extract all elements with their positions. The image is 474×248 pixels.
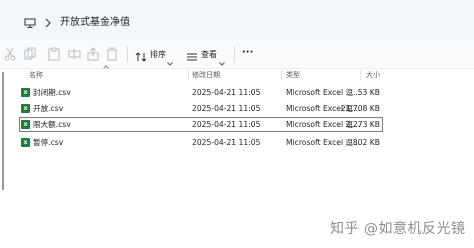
column-header-name[interactable]: 名称 [29,70,43,80]
toolbar-divider [127,46,128,62]
sort-button[interactable]: 排序 [150,49,166,60]
column-divider[interactable] [360,70,361,80]
file-row[interactable]: x 封闭期.csv 2025-04-21 11:05 Microsoft Exc… [19,85,383,100]
view-icon[interactable] [186,48,198,67]
excel-file-icon: x [21,88,30,97]
column-header-type[interactable]: 类型 [286,70,300,80]
chevron-right-icon[interactable] [45,13,51,32]
sort-icon[interactable] [135,48,147,67]
file-name: 开放.csv [33,104,64,113]
file-size: 21,708 KB [340,104,380,113]
monitor-icon[interactable] [24,14,36,33]
file-type: Microsoft Excel 逗... [286,88,361,97]
rename-icon[interactable] [68,46,81,65]
file-date: 2025-04-21 11:05 [192,88,261,97]
file-size: 2,273 KB [345,120,380,129]
toolbar-divider [234,46,235,62]
file-row-selected[interactable]: x 限大额.csv 2025-04-21 11:05 Microsoft Exc… [19,117,383,132]
column-header-size[interactable]: 大小 [366,70,380,80]
more-options-button[interactable]: ··· [242,47,253,58]
file-size: 53 KB [357,88,380,97]
share-icon[interactable] [87,46,99,65]
file-size: 802 KB [352,138,380,147]
file-name: 暂停.csv [33,138,64,147]
file-row[interactable]: x 暂停.csv 2025-04-21 11:05 Microsoft Exce… [19,135,383,150]
excel-file-icon: x [21,104,30,113]
column-header-row: 名称 修改日期 类型 大小 [0,68,474,82]
file-date: 2025-04-21 11:05 [192,104,261,113]
excel-file-icon: x [21,138,30,147]
file-type: Microsoft Excel 逗... [286,138,361,147]
address-bar: 开放式基金净值 [0,0,474,41]
paste-icon[interactable] [48,46,60,65]
delete-icon[interactable] [106,46,118,65]
excel-file-icon: x [21,120,30,129]
cut-icon[interactable] [4,46,16,65]
column-divider[interactable] [188,70,189,80]
file-date: 2025-04-21 11:05 [192,138,261,147]
breadcrumb-current-folder[interactable]: 开放式基金净值 [60,13,130,28]
view-button[interactable]: 查看 [201,49,217,60]
sort-direction-icon [103,64,109,71]
copy-icon[interactable] [24,46,36,65]
watermark: 知乎 @如意机反光镜 [330,221,466,237]
scrollbar[interactable] [2,72,4,190]
column-header-date[interactable]: 修改日期 [192,70,220,80]
column-divider[interactable] [281,70,282,80]
file-name: 封闭期.csv [33,88,71,97]
file-row[interactable]: x 开放.csv 2025-04-21 11:05 Microsoft Exce… [19,101,383,116]
command-toolbar: 排序 查看 ··· [0,40,474,69]
file-date: 2025-04-21 11:05 [192,120,261,129]
file-name: 限大额.csv [33,120,71,129]
